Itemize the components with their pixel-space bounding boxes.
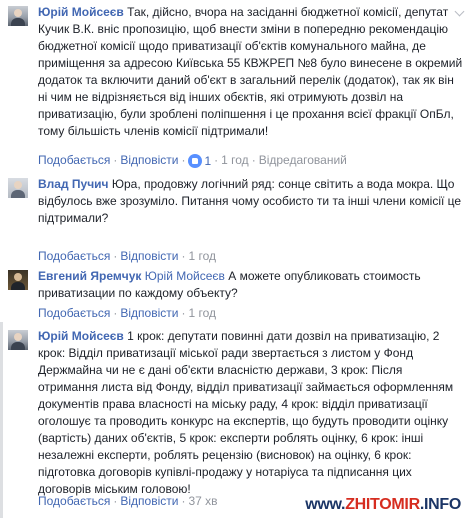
comment-time[interactable]: 1 год <box>221 153 249 167</box>
like-counter[interactable]: 1 <box>188 153 211 169</box>
reply-button[interactable]: Відповісти <box>120 494 178 508</box>
comment-actions: Подобається · Відповісти · 1 · 1 год · Відредаго… <box>38 153 347 169</box>
comment-author[interactable]: Юрій Мойсеєв <box>38 329 124 343</box>
comment-text: 1 крок: депутати повинні дати дозвіл на … <box>38 329 454 496</box>
comment-time[interactable]: 37 хв <box>188 494 217 508</box>
comment-author[interactable]: Влад Пучич <box>38 177 109 191</box>
comment-body: Влад Пучич Юра, продовжу логічний ряд: с… <box>38 176 463 227</box>
reply-button[interactable]: Відповісти <box>120 153 178 167</box>
avatar[interactable] <box>8 178 28 198</box>
comment-body: Юрій Мойсеєв 1 крок: депутати повинні да… <box>38 328 463 498</box>
comment-time[interactable]: 1 год <box>188 249 216 263</box>
comment-body: Юрій Мойсеєв Так, дійсно, вчора на засід… <box>38 4 463 140</box>
comment-mention[interactable]: Юрій Мойсеєв <box>145 269 225 283</box>
avatar[interactable] <box>8 270 28 290</box>
edited-label[interactable]: Відредагований <box>259 153 347 167</box>
like-button[interactable]: Подобається <box>38 494 110 508</box>
thumbs-up-icon <box>188 153 203 168</box>
like-button[interactable]: Подобається <box>38 249 110 263</box>
reply-button[interactable]: Відповісти <box>120 249 178 263</box>
like-button[interactable]: Подобається <box>38 306 110 320</box>
watermark-accent: ZHITOMIR <box>345 496 420 513</box>
comment-author[interactable]: Юрій Мойсеєв <box>38 5 124 19</box>
comment-actions: Подобається · Відповісти · 37 хв <box>38 494 218 508</box>
comment-thread: Юрій Мойсеєв Так, дійсно, вчора на засід… <box>0 0 471 519</box>
comment-time[interactable]: 1 год <box>188 306 216 320</box>
reply-button[interactable]: Відповісти <box>120 306 178 320</box>
avatar[interactable] <box>8 6 28 26</box>
comment-actions: Подобається · Відповісти · 1 год <box>38 249 216 263</box>
site-watermark: www.ZHITOMIR.INFO <box>305 496 461 514</box>
watermark-prefix: www. <box>305 496 346 513</box>
comment-body: Евгений Яремчук Юрій Мойсеєв А можете оп… <box>38 268 463 302</box>
comment-author[interactable]: Евгений Яремчук <box>38 269 141 283</box>
reply-thread-line <box>0 322 3 518</box>
avatar[interactable] <box>8 330 28 350</box>
comment-text: Так, дійсно, вчора на засіданні бюджетно… <box>38 5 463 138</box>
comment-actions: Подобається · Відповісти · 1 год <box>38 306 216 320</box>
like-button[interactable]: Подобається <box>38 153 110 167</box>
watermark-suffix: .INFO <box>419 496 461 513</box>
